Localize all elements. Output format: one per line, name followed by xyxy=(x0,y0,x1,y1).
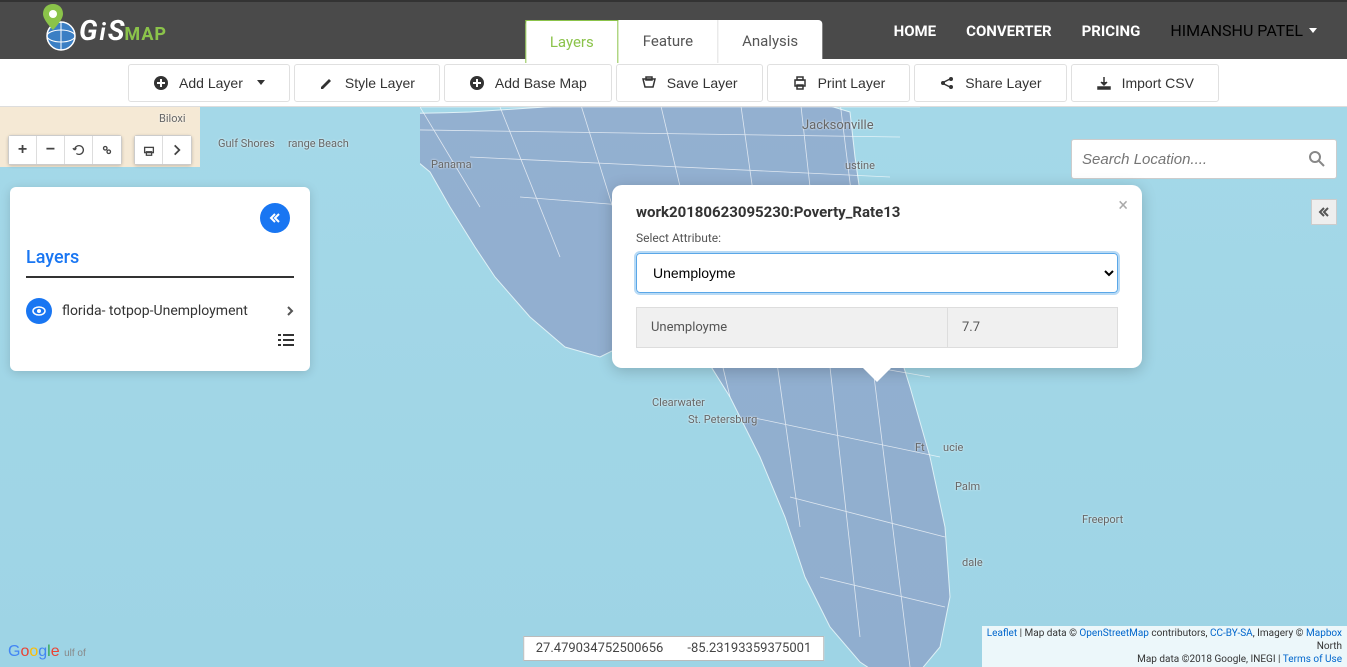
print-icon xyxy=(792,75,808,91)
nav-converter[interactable]: CONVERTER xyxy=(966,22,1052,40)
chevron-right-icon xyxy=(286,305,294,317)
expand-right-panel-button[interactable] xyxy=(1311,199,1337,225)
ccbysa-link[interactable]: CC-BY-SA xyxy=(1210,628,1253,639)
map-label: Ft xyxy=(915,441,925,454)
list-icon xyxy=(278,333,294,347)
user-menu[interactable]: HIMANSHU PATEL xyxy=(1170,21,1317,40)
logo-text: GiSMAP xyxy=(79,14,167,47)
zoom-in-button[interactable]: + xyxy=(9,136,37,164)
map-attribution: Leaflet | Map data © OpenStreetMap contr… xyxy=(982,626,1347,667)
map-print-button[interactable] xyxy=(135,136,163,164)
latitude-value: 27.479034752500656 xyxy=(536,641,664,656)
brush-icon xyxy=(319,75,335,91)
main-nav: HOME CONVERTER PRICING HIMANSHU PATEL xyxy=(894,21,1317,40)
layer-item[interactable]: florida- totpop-Unemployment xyxy=(26,298,294,324)
mapbox-link[interactable]: Mapbox xyxy=(1306,628,1342,639)
chevron-left-double-icon xyxy=(268,211,282,225)
map-label: Biloxi xyxy=(159,112,186,125)
tab-container: Layers Feature Analysis xyxy=(525,20,822,63)
nav-home[interactable]: HOME xyxy=(894,22,937,40)
layer-legend-button[interactable] xyxy=(26,332,294,351)
caret-down-icon xyxy=(257,80,265,85)
search-icon[interactable] xyxy=(1308,150,1326,168)
zoom-out-button[interactable]: − xyxy=(37,136,65,164)
save-icon xyxy=(641,75,657,91)
tab-layers[interactable]: Layers xyxy=(525,20,619,63)
map-label: ustine xyxy=(845,159,875,172)
caret-down-icon xyxy=(1309,28,1317,33)
map-canvas[interactable]: Biloxi Gulf Shores range Beach New Orlea… xyxy=(0,107,1347,667)
style-layer-button[interactable]: Style Layer xyxy=(294,64,440,102)
map-label: Panama xyxy=(431,158,472,171)
attribute-table: Unemployme 7.7 xyxy=(636,307,1118,348)
map-label: Freeport xyxy=(1082,513,1123,526)
logo-icon xyxy=(35,10,77,52)
search-input[interactable] xyxy=(1082,151,1308,168)
add-base-map-button[interactable]: Add Base Map xyxy=(444,64,612,102)
leaflet-link[interactable]: Leaflet xyxy=(987,628,1017,639)
refresh-button[interactable] xyxy=(65,136,93,164)
feature-popup: × work20180623095230:Poverty_Rate13 Sele… xyxy=(612,185,1142,368)
terms-link[interactable]: Terms of Use xyxy=(1283,654,1342,665)
attribute-name-cell: Unemployme xyxy=(637,308,948,347)
print-controls xyxy=(134,135,192,165)
gear-icon xyxy=(100,143,114,157)
map-label: dale xyxy=(962,556,983,569)
print-layer-button[interactable]: Print Layer xyxy=(767,64,911,102)
toolbar: Add Layer Style Layer Add Base Map Save … xyxy=(0,59,1347,107)
search-box xyxy=(1071,139,1337,179)
popup-select-label: Select Attribute: xyxy=(636,231,1118,245)
map-label: Jacksonville xyxy=(802,118,874,133)
collapse-panel-button[interactable] xyxy=(260,203,290,233)
save-layer-button[interactable]: Save Layer xyxy=(616,64,763,102)
chevron-left-double-icon xyxy=(1317,205,1331,219)
download-icon xyxy=(1096,75,1112,91)
share-layer-button[interactable]: Share Layer xyxy=(914,64,1066,102)
user-name: HIMANSHU PATEL xyxy=(1170,21,1303,40)
layers-panel-title: Layers xyxy=(26,247,294,278)
map-label: ucie xyxy=(943,441,963,454)
plus-circle-icon xyxy=(153,75,169,91)
chevron-right-icon xyxy=(170,143,184,157)
layer-visibility-toggle[interactable] xyxy=(26,298,52,324)
refresh-icon xyxy=(72,143,86,157)
google-logo: Google ulf of xyxy=(8,643,86,661)
coordinates-display: 27.479034752500656 -85.23193359375001 xyxy=(523,636,825,661)
map-label: range Beach xyxy=(288,137,349,150)
layer-expand-button[interactable] xyxy=(286,302,294,321)
popup-title: work20180623095230:Poverty_Rate13 xyxy=(636,203,1118,221)
layer-name-label: florida- totpop-Unemployment xyxy=(62,303,248,319)
longitude-value: -85.23193359375001 xyxy=(687,641,811,656)
share-icon xyxy=(939,75,955,91)
map-label: Clearwater xyxy=(652,396,705,409)
nav-pricing[interactable]: PRICING xyxy=(1082,22,1141,40)
print-icon xyxy=(142,143,156,157)
zoom-controls: + − xyxy=(8,135,122,165)
map-label: St. Petersburg xyxy=(688,413,757,426)
tab-feature[interactable]: Feature xyxy=(619,20,718,63)
attribute-value-cell: 7.7 xyxy=(948,308,1117,347)
tab-analysis[interactable]: Analysis xyxy=(718,20,822,63)
import-csv-button[interactable]: Import CSV xyxy=(1071,64,1219,102)
attribute-select[interactable]: Unemployme xyxy=(636,253,1118,293)
add-layer-button[interactable]: Add Layer xyxy=(128,64,290,102)
popup-close-button[interactable]: × xyxy=(1118,195,1128,216)
map-label: Palm xyxy=(955,480,980,493)
eye-icon xyxy=(31,303,47,319)
plus-circle-icon xyxy=(469,75,485,91)
layers-panel: Layers florida- totpop-Unemployment xyxy=(10,187,310,371)
settings-button[interactable] xyxy=(93,136,121,164)
logo[interactable]: GiSMAP xyxy=(35,10,167,52)
map-expand-button[interactable] xyxy=(163,136,191,164)
osm-link[interactable]: OpenStreetMap xyxy=(1079,628,1149,639)
map-label: Gulf Shores xyxy=(218,137,275,150)
